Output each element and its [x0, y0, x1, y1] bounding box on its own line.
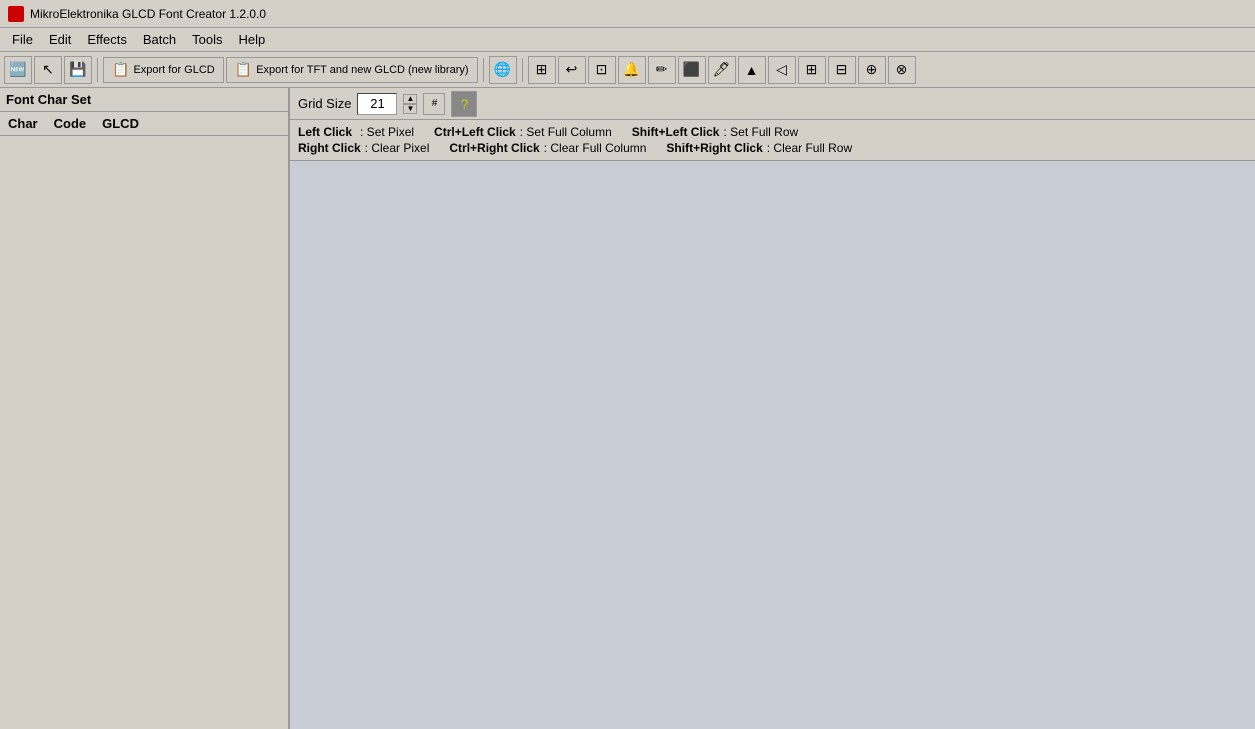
- export-glcd-icon: 📋: [112, 61, 129, 78]
- menu-tools[interactable]: Tools: [184, 30, 230, 49]
- right-click-val: : Clear Pixel: [365, 141, 430, 155]
- toolbar-sep-2: [483, 58, 484, 82]
- tb-btn-2[interactable]: ↩: [558, 56, 586, 84]
- char-table-header: Char Code GLCD: [0, 112, 288, 136]
- menu-effects[interactable]: Effects: [79, 30, 135, 49]
- ctrl-left-key: Ctrl+Left Click: [434, 125, 516, 139]
- tb-btn-12[interactable]: ⊕: [858, 56, 886, 84]
- export-tft-label: Export for TFT and new GLCD (new library…: [256, 64, 468, 76]
- toolbar: 🆕 ↖ 💾 📋 Export for GLCD 📋 Export for TFT…: [0, 52, 1255, 88]
- grid-size-down[interactable]: ▼: [403, 104, 417, 114]
- tb-btn-9[interactable]: ◁: [768, 56, 796, 84]
- tb-btn-6[interactable]: ⬛: [678, 56, 706, 84]
- font-char-set-header: Font Char Set: [0, 88, 288, 112]
- export-tft-icon: 📋: [235, 61, 252, 78]
- grid-size-input[interactable]: [357, 93, 397, 115]
- menu-bar: File Edit Effects Batch Tools Help: [0, 28, 1255, 52]
- save-button[interactable]: 💾: [64, 56, 92, 84]
- export-glcd-button[interactable]: 📋 Export for GLCD: [103, 57, 224, 83]
- left-click-val: : Set Pixel: [360, 125, 414, 139]
- char-col-glcd: GLCD: [94, 114, 147, 133]
- instr-shift-right: Shift+Right Click : Clear Full Row: [666, 141, 852, 155]
- shift-left-val: : Set Full Row: [723, 125, 798, 139]
- instr-ctrl-right: Ctrl+Right Click : Clear Full Column: [449, 141, 646, 155]
- tb-btn-7[interactable]: 🖊: [708, 56, 736, 84]
- shift-right-val: : Clear Full Row: [767, 141, 852, 155]
- grid-size-bar: Grid Size ▲ ▼ # ?: [290, 88, 1255, 120]
- shift-left-key: Shift+Left Click: [632, 125, 720, 139]
- tb-btn-8[interactable]: ▲: [738, 56, 766, 84]
- menu-edit[interactable]: Edit: [41, 30, 79, 49]
- tb-btn-11[interactable]: ⊟: [828, 56, 856, 84]
- ctrl-left-val: : Set Full Column: [520, 125, 612, 139]
- tb-btn-5[interactable]: ✏: [648, 56, 676, 84]
- web-button[interactable]: 🌐: [489, 56, 517, 84]
- ctrl-right-val: : Clear Full Column: [544, 141, 647, 155]
- toolbar-sep-3: [522, 58, 523, 82]
- grid-size-spinner[interactable]: ▲ ▼: [403, 94, 417, 114]
- app-title: MikroElektronika GLCD Font Creator 1.2.0…: [30, 7, 266, 21]
- left-click-key: Left Click: [298, 125, 352, 139]
- shift-right-key: Shift+Right Click: [666, 141, 762, 155]
- right-click-key: Right Click: [298, 141, 361, 155]
- instructions-bar: Left Click : Set Pixel Ctrl+Left Click :…: [290, 120, 1255, 161]
- instr-row-1: Left Click : Set Pixel Ctrl+Left Click :…: [298, 124, 1247, 140]
- instr-shift-left: Shift+Left Click : Set Full Row: [632, 125, 798, 139]
- export-tft-button[interactable]: 📋 Export for TFT and new GLCD (new libra…: [226, 57, 478, 83]
- ctrl-right-key: Ctrl+Right Click: [449, 141, 539, 155]
- tb-btn-10[interactable]: ⊞: [798, 56, 826, 84]
- new-button[interactable]: 🆕: [4, 56, 32, 84]
- app-icon: [8, 6, 24, 22]
- instr-left-click: Left Click : Set Pixel: [298, 125, 414, 139]
- grid-size-up[interactable]: ▲: [403, 94, 417, 104]
- tb-btn-13[interactable]: ⊗: [888, 56, 916, 84]
- grid-size-label: Grid Size: [298, 96, 351, 111]
- tb-btn-3[interactable]: ⊡: [588, 56, 616, 84]
- char-col-code: Code: [46, 114, 95, 133]
- toolbar-sep-1: [97, 58, 98, 82]
- cursor-button[interactable]: ↖: [34, 56, 62, 84]
- main-layout: Font Char Set Char Code GLCD Grid Size ▲…: [0, 88, 1255, 729]
- grid-toggle-button[interactable]: #: [423, 93, 445, 115]
- instr-ctrl-left: Ctrl+Left Click : Set Full Column: [434, 125, 612, 139]
- canvas-area: Grid Size ▲ ▼ # ? Left Click : Set Pixel…: [290, 88, 1255, 729]
- menu-file[interactable]: File: [4, 30, 41, 49]
- export-glcd-label: Export for GLCD: [133, 64, 214, 76]
- instr-row-2: Right Click : Clear Pixel Ctrl+Right Cli…: [298, 140, 1247, 156]
- char-col-char: Char: [0, 114, 46, 133]
- menu-batch[interactable]: Batch: [135, 30, 184, 49]
- font-char-set-title: Font Char Set: [6, 92, 91, 107]
- left-panel: Font Char Set Char Code GLCD: [0, 88, 290, 729]
- instr-right-click: Right Click : Clear Pixel: [298, 141, 429, 155]
- menu-help[interactable]: Help: [230, 30, 273, 49]
- tb-btn-1[interactable]: ⊞: [528, 56, 556, 84]
- tb-btn-4[interactable]: 🔔: [618, 56, 646, 84]
- help-button[interactable]: ?: [451, 91, 477, 117]
- title-bar: MikroElektronika GLCD Font Creator 1.2.0…: [0, 0, 1255, 28]
